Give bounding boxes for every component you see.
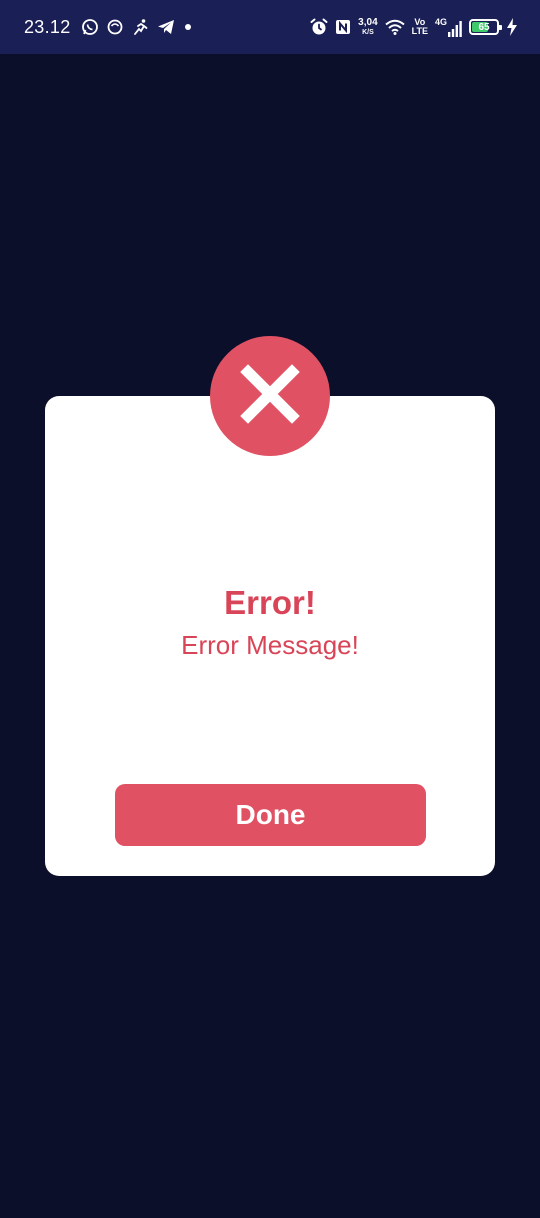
net-speed: 3,04 K/S <box>358 17 378 37</box>
wifi-icon <box>385 19 405 35</box>
status-right-group: 3,04 K/S Vo LTE 4G 65 <box>310 16 518 37</box>
done-button[interactable]: Done <box>115 784 426 846</box>
app-icon <box>107 19 123 35</box>
network-type: 4G <box>434 16 447 27</box>
dialog-message: Error Message! <box>181 630 359 660</box>
dialog-title: Error! <box>224 584 316 621</box>
net-speed-unit: K/S <box>362 29 374 36</box>
whatsapp-icon <box>81 18 99 36</box>
status-bar: 23.12 3,04 K/S Vo LTE 4G 65 <box>0 0 540 54</box>
volte-bottom: LTE <box>411 26 428 36</box>
alarm-icon <box>310 18 328 36</box>
nfc-icon <box>335 19 351 35</box>
running-icon <box>131 18 149 36</box>
mobile-network: 4G <box>434 16 462 37</box>
telegram-icon <box>157 19 175 35</box>
status-time: 23.12 <box>24 16 71 37</box>
volte-indicator: Vo LTE <box>412 18 428 36</box>
battery-level: 65 <box>478 21 490 33</box>
error-badge <box>210 336 330 456</box>
battery-nub <box>499 25 502 30</box>
dot-icon <box>183 22 193 32</box>
battery-indicator: 65 <box>469 19 502 35</box>
charging-icon <box>506 18 518 36</box>
status-left-group: 23.12 <box>24 17 193 38</box>
signal-icon <box>448 20 462 37</box>
net-speed-value: 3,04 <box>358 17 378 28</box>
close-icon <box>240 363 300 429</box>
